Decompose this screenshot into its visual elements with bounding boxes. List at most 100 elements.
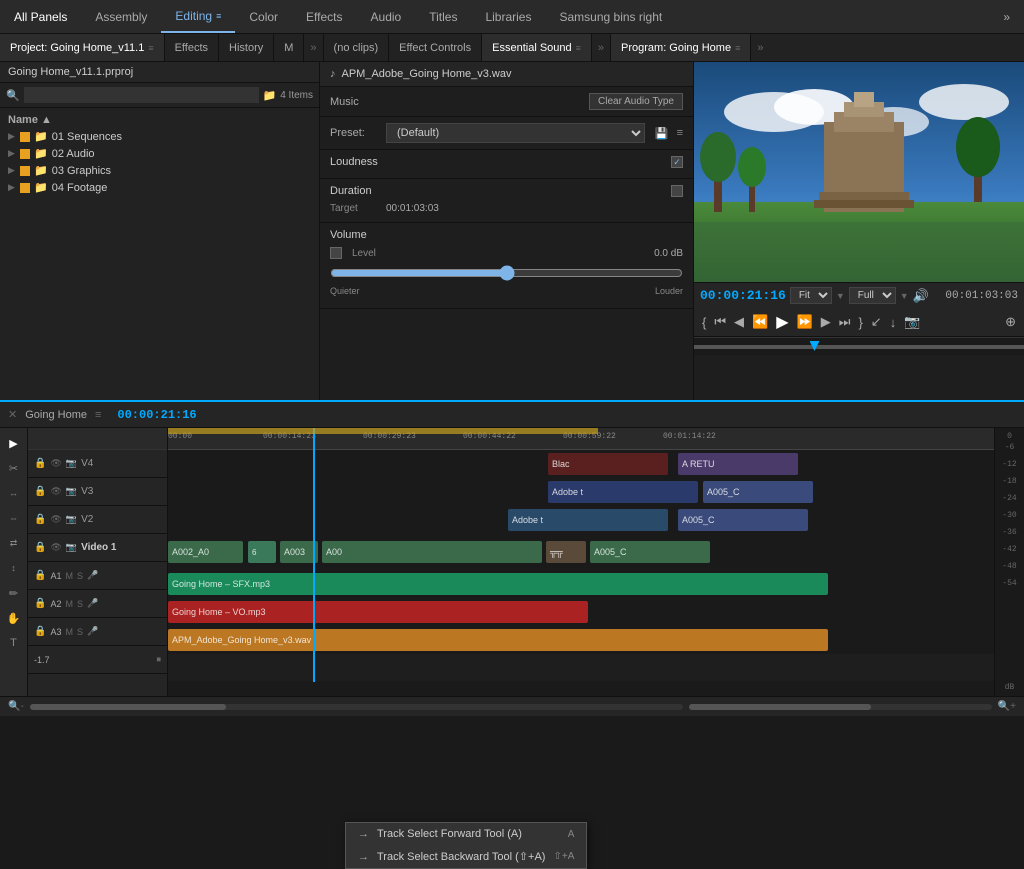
clip-v4-aretu[interactable]: A RETU: [678, 453, 798, 475]
clip-v3-adobe[interactable]: Adobe t: [548, 481, 698, 503]
mic-icon-a2[interactable]: 🎤: [87, 598, 98, 609]
tool-slide[interactable]: ↕: [3, 557, 25, 579]
tab-program-monitor[interactable]: Program: Going Home ≡: [611, 34, 751, 61]
preset-select[interactable]: (Default): [386, 123, 645, 143]
nav-titles[interactable]: Titles: [415, 0, 471, 33]
track-row-v2[interactable]: Adobe t A005_C: [168, 506, 994, 534]
tab-effects[interactable]: Effects: [165, 34, 219, 61]
lock-icon-a2[interactable]: 🔒: [34, 598, 46, 609]
lock-icon-v2[interactable]: 🔒: [34, 514, 46, 525]
clear-audio-type-btn[interactable]: Clear Audio Type: [589, 93, 683, 110]
tool-ripple[interactable]: ↔: [3, 482, 25, 504]
timeline-close-btn[interactable]: ✕: [8, 408, 17, 421]
tab-history[interactable]: History: [219, 34, 274, 61]
track-row-v4[interactable]: Blac A RETU: [168, 450, 994, 478]
eye-icon-v1[interactable]: 👁: [50, 542, 61, 553]
track-row-v1[interactable]: A002_A0 6 A003 A00 ╦╦ A005_C: [168, 534, 994, 570]
tab-project[interactable]: Project: Going Home_v11.1 ≡: [0, 34, 165, 61]
tool-slip[interactable]: ⇄: [3, 532, 25, 554]
mic-icon-a3[interactable]: 🎤: [87, 626, 98, 637]
clip-a1-sfx[interactable]: Going Home – SFX.mp3: [168, 573, 828, 595]
track-row-a3[interactable]: APM_Adobe_Going Home_v3.wav: [168, 626, 994, 654]
tool-pen[interactable]: ✏: [3, 582, 25, 604]
preset-menu-icon[interactable]: ≡: [677, 127, 683, 139]
middle-tabs-more[interactable]: »: [592, 34, 610, 61]
tree-item-01-sequences[interactable]: ▶ 📁 01 Sequences: [0, 128, 319, 145]
tree-item-03-graphics[interactable]: ▶ 📁 03 Graphics: [0, 162, 319, 179]
mic-icon-a1[interactable]: 🎤: [87, 570, 98, 581]
new-bin-icon[interactable]: 📁: [263, 89, 277, 102]
quality-select[interactable]: Full: [849, 287, 896, 304]
solo-icon-a2[interactable]: S: [77, 599, 83, 609]
tree-item-02-audio[interactable]: ▶ 📁 02 Audio: [0, 145, 319, 162]
zoom-out-icon[interactable]: 🔍-: [8, 701, 24, 712]
nav-samsung[interactable]: Samsung bins right: [545, 0, 676, 33]
context-track-back[interactable]: → Track Select Backward Tool (⇧+A) ⇧+A: [346, 845, 586, 868]
clip-v4-blac[interactable]: Blac: [548, 453, 668, 475]
track-row-a1[interactable]: Going Home – SFX.mp3: [168, 570, 994, 598]
nav-libraries[interactable]: Libraries: [471, 0, 545, 33]
nav-editing[interactable]: Editing ≡: [161, 0, 235, 33]
lock-icon-a3[interactable]: 🔒: [34, 626, 46, 637]
lock-icon-v4[interactable]: 🔒: [34, 458, 46, 469]
camera-icon-v4[interactable]: 📷: [66, 458, 77, 469]
timeline-playbar[interactable]: [689, 704, 991, 710]
tab-essential-sound[interactable]: Essential Sound ≡: [482, 34, 592, 61]
expand-icon-04[interactable]: ▶: [8, 182, 20, 193]
fwd-btn[interactable]: ⏩: [795, 312, 815, 332]
clip-v1-a002[interactable]: A002_A0: [168, 541, 243, 563]
clip-v3-a005[interactable]: A005_C: [703, 481, 813, 503]
tree-item-04-footage[interactable]: ▶ 📁 04 Footage: [0, 179, 319, 196]
timeline-tab-label[interactable]: Going Home: [25, 409, 87, 421]
level-checkbox[interactable]: [330, 247, 342, 259]
track-row-a2[interactable]: Going Home – VO.mp3: [168, 598, 994, 626]
overwrite-btn[interactable]: ↓: [888, 313, 899, 332]
camera-icon-v3[interactable]: 📷: [66, 486, 77, 497]
tool-razor[interactable]: ✂: [3, 457, 25, 479]
lock-icon-v3[interactable]: 🔒: [34, 486, 46, 497]
clip-v2-a005[interactable]: A005_C: [678, 509, 808, 531]
tool-select[interactable]: ▶: [3, 432, 25, 454]
track-area[interactable]: 00:00 00:00:14:23 00:00:29:23 00:00:44:2…: [168, 428, 994, 696]
master-vol-icon[interactable]: ⏹: [156, 654, 161, 665]
eye-icon-v4[interactable]: 👁: [50, 458, 61, 469]
lock-icon-a1[interactable]: 🔒: [34, 570, 46, 581]
solo-icon-a3[interactable]: S: [77, 627, 83, 637]
goto-in-btn[interactable]: ⏮: [712, 312, 728, 332]
volume-slider[interactable]: [330, 265, 683, 281]
mute-icon-a2[interactable]: M: [65, 599, 73, 609]
mark-in-btn[interactable]: {: [700, 313, 708, 332]
context-track-fwd[interactable]: → Track Select Forward Tool (A) A: [346, 823, 586, 845]
step-fwd-btn[interactable]: ▶: [819, 312, 833, 332]
nav-all-panels[interactable]: All Panels: [0, 0, 81, 33]
fit-select[interactable]: Fit: [790, 287, 832, 304]
preset-save-icon[interactable]: 💾: [655, 127, 669, 140]
timeline-menu-icon[interactable]: ≡: [95, 409, 101, 421]
track-row-v3[interactable]: Adobe t A005_C: [168, 478, 994, 506]
expand-icon-02[interactable]: ▶: [8, 148, 20, 159]
mute-icon-a1[interactable]: M: [65, 571, 73, 581]
insert-btn[interactable]: ↙: [869, 312, 884, 332]
nav-more[interactable]: »: [989, 0, 1024, 33]
tab-menu-icon[interactable]: ≡: [148, 43, 153, 53]
essential-sound-menu-icon[interactable]: ≡: [576, 43, 581, 53]
play-btn[interactable]: ▶: [774, 310, 790, 334]
tool-hand[interactable]: ✋: [3, 607, 25, 629]
nav-effects[interactable]: Effects: [292, 0, 356, 33]
nav-color[interactable]: Color: [235, 0, 292, 33]
step-back-btn[interactable]: ◀: [732, 312, 746, 332]
nav-audio[interactable]: Audio: [357, 0, 416, 33]
tab-no-clips[interactable]: (no clips): [324, 34, 390, 61]
loudness-checkbox[interactable]: [671, 156, 683, 168]
tool-roll[interactable]: ⇔: [3, 507, 25, 529]
right-tabs-more[interactable]: »: [751, 34, 769, 61]
eye-icon-v2[interactable]: 👁: [50, 514, 61, 525]
back-btn[interactable]: ⏪: [750, 312, 770, 332]
tab-m[interactable]: M: [274, 34, 304, 61]
clip-v1-wave[interactable]: ╦╦: [546, 541, 586, 563]
mark-out-btn[interactable]: }: [856, 313, 864, 332]
lock-icon-v1[interactable]: 🔒: [34, 542, 46, 553]
camera-icon-v2[interactable]: 📷: [66, 514, 77, 525]
clip-v1-a00[interactable]: A00: [322, 541, 542, 563]
clip-v1-6[interactable]: 6: [248, 541, 276, 563]
